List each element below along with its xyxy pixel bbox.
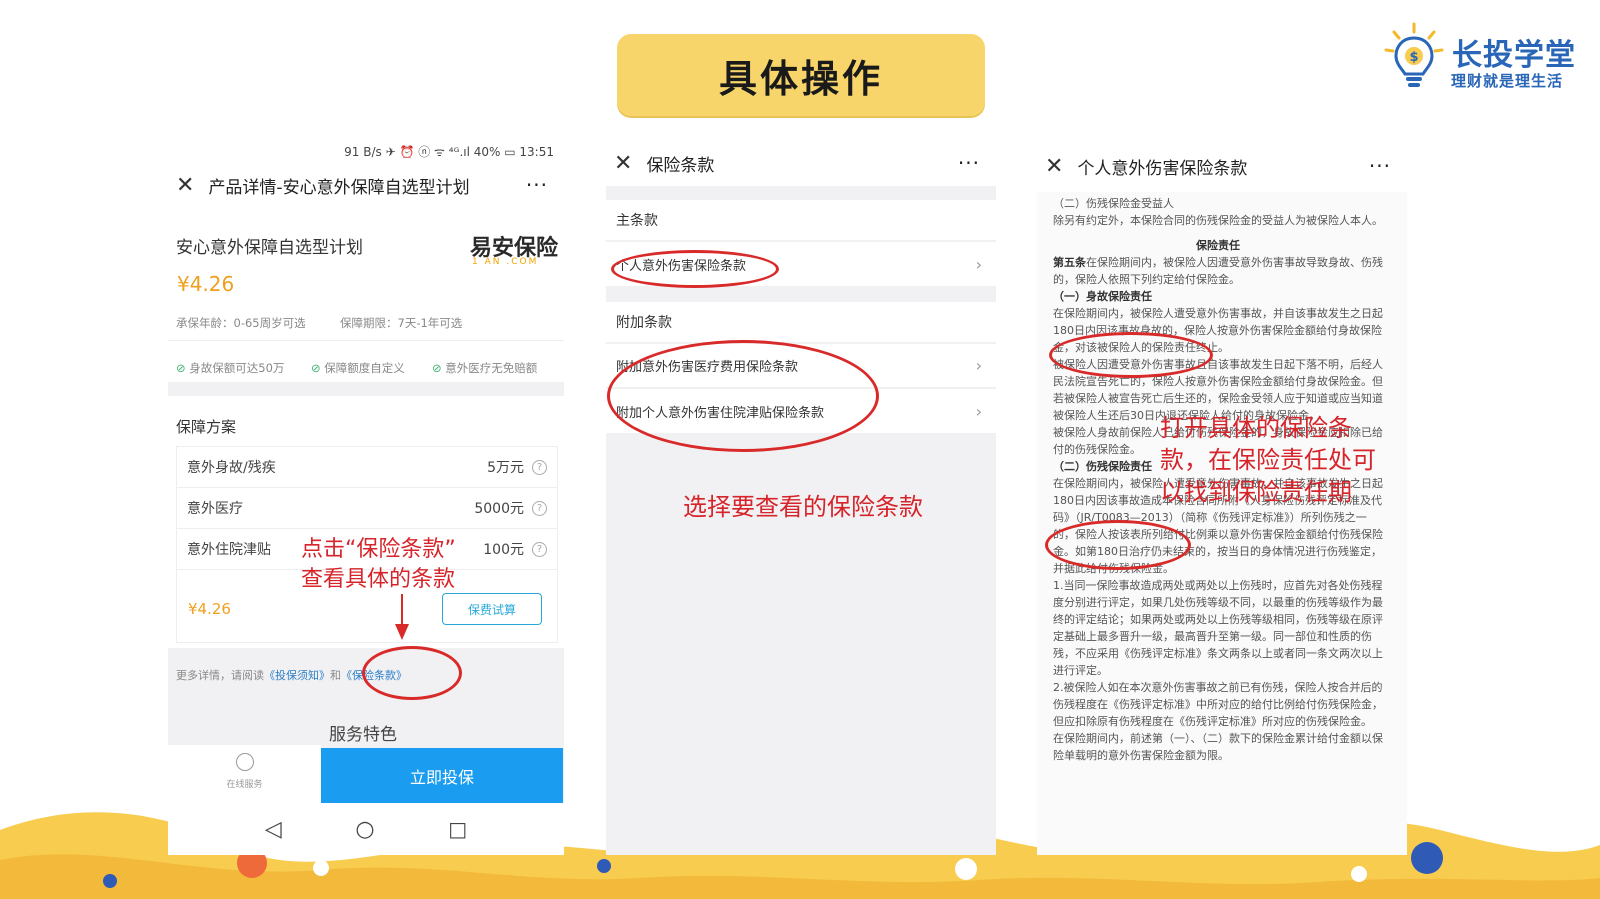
nav-title: 产品详情-安心意外保障自选型计划 xyxy=(208,177,470,198)
nav-bar: ✕ 产品详情-安心意外保障自选型计划 ··· xyxy=(168,164,564,206)
nav-bar: ✕ 个人意外伤害保险条款 ··· xyxy=(1037,140,1407,192)
buy-now-button[interactable]: 立即投保 xyxy=(321,748,563,803)
clause-subheading: （一）身故保险责任 xyxy=(1053,290,1152,303)
clause-paragraph: 除另有约定外，本保险合同的伤残保险金的受益人为被保险人本人。 xyxy=(1053,214,1383,227)
nav-title: 保险条款 xyxy=(646,155,715,176)
chevron-right-icon: › xyxy=(975,356,982,375)
check-icon: ⊘ xyxy=(432,361,446,375)
recent-apps-icon[interactable]: □ xyxy=(448,817,467,841)
close-icon[interactable]: ✕ xyxy=(1045,154,1063,179)
product-price: ¥4.26 xyxy=(177,272,235,296)
check-icon: ⊘ xyxy=(311,361,325,375)
highlight-ellipse xyxy=(1049,332,1213,378)
annotation-find-period: 打开具体的保险条 款，在保险责任处可 以找到保险责任期 xyxy=(1160,414,1376,506)
addon-terms-section: 附加条款 xyxy=(606,302,996,342)
link-separator: 和 xyxy=(330,669,341,682)
clause-heading: 保险责任 xyxy=(1196,239,1240,252)
annotation-click-terms: 点击“保险条款” 查看具体的条款 xyxy=(301,537,456,592)
arrow-down-icon xyxy=(395,594,409,640)
chevron-right-icon: › xyxy=(975,254,982,274)
plan-heading: 保障方案 xyxy=(176,418,237,436)
clause-paragraph: 在保险期间内，前述第（一）、（二）款下的保险金累计给付金额以保险单载明的意外伤害… xyxy=(1053,732,1383,762)
decor-dot xyxy=(313,860,329,876)
help-icon[interactable]: ? xyxy=(532,541,547,557)
more-icon[interactable]: ··· xyxy=(1369,154,1391,178)
plan-row: 意外医疗 5000元? xyxy=(177,488,557,529)
help-icon[interactable]: ? xyxy=(532,459,547,475)
android-nav-bar: ◁ ○ □ xyxy=(168,803,564,855)
more-icon[interactable]: ··· xyxy=(526,173,548,197)
decor-dot xyxy=(597,859,611,873)
help-icon[interactable]: ? xyxy=(532,500,547,516)
online-service-label: 在线服务 xyxy=(226,780,263,790)
chat-icon xyxy=(235,753,254,771)
feature-item: ⊘ 保障额度自定义 xyxy=(311,361,405,375)
highlight-ellipse xyxy=(607,340,879,452)
plan-row: 意外身故/残疾 5万元? xyxy=(177,447,557,488)
divider xyxy=(168,340,564,341)
decor-dot xyxy=(955,858,977,880)
clause-paragraph: （二）伤残保险金受益人 xyxy=(1053,197,1174,210)
product-name: 安心意外保障自选型计划 xyxy=(176,238,363,258)
clause-paragraph: 2.被保险人如在本次意外伤害事故之前已有伤残，保险人按合并后的伤残程度在《伤残评… xyxy=(1053,681,1383,728)
highlight-ellipse xyxy=(1045,520,1191,570)
clause-paragraph: 第五条在保险期间内，被保险人因遭受意外伤害事故导致身故、伤残的，保险人依照下列约… xyxy=(1053,256,1383,286)
service-heading: 服务特色 xyxy=(329,725,397,745)
highlight-ellipse xyxy=(611,250,779,288)
back-icon[interactable]: ◁ xyxy=(265,817,282,842)
feature-item: ⊘ 意外医疗无免赔额 xyxy=(432,361,538,375)
nav-title: 个人意外伤害保险条款 xyxy=(1077,158,1248,179)
decor-dot xyxy=(103,874,117,888)
nav-bar: ✕ 保险条款 ··· xyxy=(606,140,996,186)
check-icon: ⊘ xyxy=(176,361,190,375)
clause-paragraph: 1.当同一保险事故造成两处或两处以上伤残时，应首先对各处伤残程度分别进行评定，如… xyxy=(1053,579,1383,677)
home-icon[interactable]: ○ xyxy=(355,817,374,842)
logo-name: 长投学堂 xyxy=(1452,38,1576,73)
close-icon[interactable]: ✕ xyxy=(614,151,632,176)
chevron-right-icon: › xyxy=(975,401,982,421)
page-title: 具体操作 xyxy=(617,34,985,116)
premium-calc-button[interactable]: 保费试算 xyxy=(442,593,542,625)
logo-slogan: 理财就是理生活 xyxy=(1451,72,1564,90)
annotation-select-terms: 选择要查看的保险条款 xyxy=(683,493,923,521)
more-details-text: 更多详情，请阅读 xyxy=(176,669,264,682)
highlight-ellipse xyxy=(362,646,462,700)
age-info: 承保年龄：0-65周岁可选 xyxy=(176,316,306,330)
period-info: 保障期限：7天-1年可选 xyxy=(340,316,463,330)
online-service-tab[interactable]: 在线服务 xyxy=(168,745,321,803)
lightbulb-logo-icon: $ xyxy=(1384,22,1444,87)
decor-dot xyxy=(1411,842,1443,874)
notice-link[interactable]: 《投保须知》 xyxy=(264,669,330,682)
svg-text:$: $ xyxy=(1409,50,1418,65)
more-icon[interactable]: ··· xyxy=(958,151,980,175)
status-bar: 91 B/s ✈ ⏰ ⓝ ᯤ ⁴ᴳ.ıl 40% ▭ 13:51 xyxy=(344,145,554,159)
decor-dot xyxy=(1351,866,1367,882)
feature-item: ⊘ 身故保额可达50万 xyxy=(176,361,285,375)
close-icon[interactable]: ✕ xyxy=(176,173,194,198)
brand-sub: 1 AN .COM xyxy=(472,257,539,267)
plan-price: ¥4.26 xyxy=(188,600,231,618)
main-terms-section: 主条款 xyxy=(606,200,996,240)
